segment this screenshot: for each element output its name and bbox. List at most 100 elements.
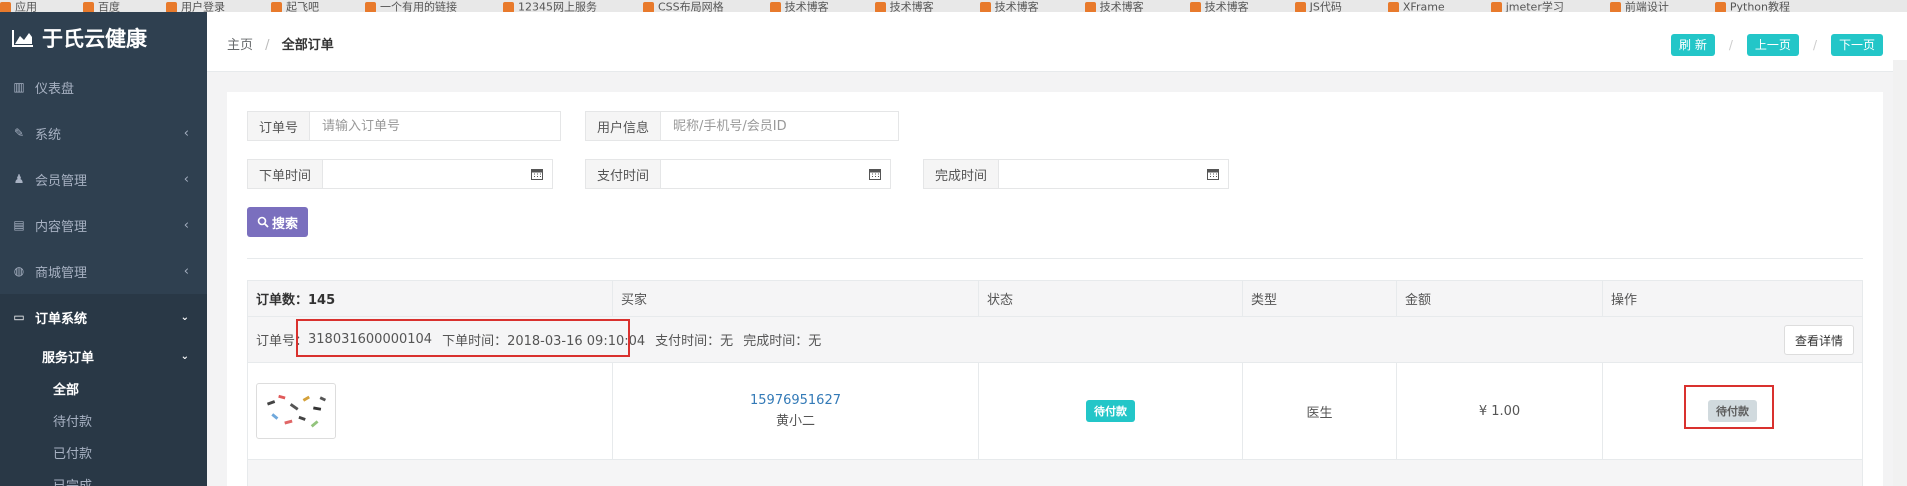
- book-icon: ▤: [13, 218, 25, 232]
- status-badge: 待付款: [1086, 400, 1135, 422]
- user-info-field: 用户信息: [585, 111, 899, 141]
- bookmark-item[interactable]: CSS布局网格: [643, 1, 724, 12]
- search-button-label: 搜索: [272, 216, 299, 232]
- bookmark-item[interactable]: JS代码: [1294, 1, 1342, 12]
- chevron-icon: ‹: [183, 263, 189, 279]
- bookmark-item[interactable]: 技术博客: [769, 1, 829, 12]
- bookmark-icon: [166, 1, 177, 12]
- bookmark-item[interactable]: 前端设计: [1609, 1, 1669, 12]
- separator: /: [1812, 38, 1817, 52]
- bookmark-item[interactable]: 起飞吧: [271, 1, 319, 12]
- bookmark-item[interactable]: 百度: [83, 1, 120, 12]
- order-time-input[interactable]: [323, 160, 522, 188]
- header-actions: 刷 新 / 上一页 / 下一页: [1671, 34, 1883, 56]
- bookmark-item[interactable]: 应用: [0, 1, 37, 12]
- table-header: 订单数：145 买家 状态 类型 金额 操作: [248, 281, 1862, 317]
- column-action: 操作: [1611, 293, 1638, 308]
- sidebar-item-2[interactable]: ♟ 会员管理 ‹: [0, 156, 207, 202]
- table-row: [248, 460, 1862, 486]
- sidebar-item-1[interactable]: ✎ 系统 ‹: [0, 110, 207, 156]
- product-thumbnail[interactable]: [256, 383, 336, 439]
- top-header: 主页 / 全部订单 刷 新 / 上一页 / 下一页: [207, 12, 1907, 72]
- orders-table: 订单数：145 买家 状态 类型 金额 操作 订单号： 318031600000…: [247, 280, 1863, 486]
- submenu-item-all[interactable]: 全部: [0, 372, 207, 404]
- bookmark-icon: [1490, 1, 1502, 12]
- breadcrumb-current: 全部订单: [281, 38, 334, 53]
- brand-title: 于氏云健康: [42, 27, 147, 51]
- brand[interactable]: 于氏云健康: [0, 12, 207, 64]
- order-time-field: 下单时间: [247, 159, 553, 189]
- bar-chart-icon: ▥: [13, 80, 25, 94]
- laptop-icon: ▭: [13, 310, 25, 324]
- divider: [247, 258, 1863, 259]
- scrollbar[interactable]: [1893, 60, 1907, 486]
- submenu-service-orders: 服务订单 ⌄ 全部 待付款 已付款 已完成: [0, 340, 207, 486]
- chevron-icon: ‹: [183, 125, 189, 141]
- refresh-button[interactable]: 刷 新: [1671, 34, 1715, 56]
- amount-cell: ¥ 1.00: [1397, 363, 1603, 459]
- next-page-button[interactable]: 下一页: [1830, 34, 1883, 56]
- view-detail-button[interactable]: 查看详情: [1783, 325, 1854, 355]
- submenu-item-completed[interactable]: 已完成: [0, 468, 207, 486]
- buyer-phone-link[interactable]: 15976951627: [750, 393, 841, 408]
- bookmark-item[interactable]: 技术博客: [1084, 1, 1144, 12]
- bookmark-icon: [1189, 1, 1201, 12]
- submenu-title[interactable]: 服务订单 ⌄: [0, 340, 207, 372]
- finish-time-label: 完成时间: [924, 160, 1000, 188]
- wrench-icon: ✎: [13, 126, 25, 140]
- bookmark-item[interactable]: jmeter学习: [1490, 1, 1564, 12]
- search-button[interactable]: 搜索: [247, 207, 309, 237]
- submenu-item-unpaid[interactable]: 待付款: [0, 404, 207, 436]
- buyer-name: 黄小二: [775, 414, 815, 429]
- breadcrumb-home[interactable]: 主页: [227, 38, 253, 53]
- chevron-down-icon: ⌄: [180, 350, 189, 362]
- bookmark-icon: [0, 1, 11, 12]
- bookmark-icon: [874, 1, 886, 12]
- sidebar-item-label: 订单系统: [35, 311, 88, 327]
- sidebar-item-label: 商城管理: [35, 265, 88, 281]
- bookmark-item[interactable]: 技术博客: [874, 1, 934, 12]
- bookmark-item[interactable]: Python教程: [1714, 1, 1790, 12]
- annotation-highlight: [1684, 385, 1774, 429]
- calendar-icon[interactable]: [860, 160, 890, 188]
- bookmark-item[interactable]: 12345网上服务: [503, 1, 597, 12]
- order-meta-row: 订单号： 318031600000104 下单时间：2018-03-16 09:…: [248, 317, 1862, 363]
- submenu-item-paid[interactable]: 已付款: [0, 436, 207, 468]
- finish-time-input[interactable]: [999, 160, 1198, 188]
- separator: /: [1728, 38, 1733, 52]
- sidebar-item-0[interactable]: ▥ 仪表盘: [0, 64, 207, 110]
- action-cell: 待付款: [1603, 363, 1862, 459]
- sidebar-item-label: 系统: [35, 127, 62, 143]
- pay-time-label: 支付时间: [586, 160, 662, 188]
- search-icon: [257, 216, 269, 228]
- bookmarks-bar: 应用 百度 用户登录 起飞吧 一个有用的链接 12345网上服务 CSS布局网格 技术博客 技术…: [0, 0, 1907, 12]
- bookmark-item[interactable]: 用户登录: [166, 1, 225, 12]
- prev-page-button[interactable]: 上一页: [1746, 34, 1799, 56]
- column-buyer: 买家: [613, 281, 979, 316]
- order-no-input[interactable]: [310, 112, 560, 140]
- bookmark-item[interactable]: 技术博客: [979, 1, 1039, 12]
- chevron-icon: ‹: [183, 217, 189, 233]
- order-time-label: 下单时间: [248, 160, 324, 188]
- order-no-label: 订单号: [248, 112, 311, 140]
- annotation-highlight: [296, 319, 630, 357]
- bookmark-icon: [769, 1, 781, 12]
- orders-panel: 订单号 用户信息 下单时间 支付时间 完成时间 搜索 订单数：145 买家: [227, 92, 1883, 486]
- sidebar-item-4[interactable]: ◍ 商城管理 ‹: [0, 248, 207, 294]
- bookmark-icon: [979, 1, 991, 12]
- bookmark-item[interactable]: 技术博客: [1189, 1, 1249, 12]
- sidebar-item-3[interactable]: ▤ 内容管理 ‹: [0, 202, 207, 248]
- breadcrumb-separator: /: [265, 38, 270, 53]
- sidebar: 于氏云健康 ▥ 仪表盘 ✎ 系统 ‹ ♟ 会员管理 ‹ ▤ 内容管理 ‹ ◍ 商城管理 ‹ ▭ 订单系统 ⌄ 服…: [0, 12, 207, 486]
- sidebar-item-5[interactable]: ▭ 订单系统 ⌄: [0, 294, 207, 340]
- pay-time-field: 支付时间: [585, 159, 891, 189]
- user-info-input[interactable]: [661, 112, 898, 140]
- column-status: 状态: [979, 281, 1243, 316]
- bookmark-item[interactable]: 一个有用的链接: [365, 1, 457, 12]
- calendar-icon[interactable]: [522, 160, 552, 188]
- bookmark-item[interactable]: XFrame: [1387, 1, 1445, 12]
- users-icon: ♟: [13, 172, 25, 186]
- pay-time-input[interactable]: [661, 160, 860, 188]
- area-chart-icon: [12, 30, 33, 47]
- calendar-icon[interactable]: [1198, 160, 1228, 188]
